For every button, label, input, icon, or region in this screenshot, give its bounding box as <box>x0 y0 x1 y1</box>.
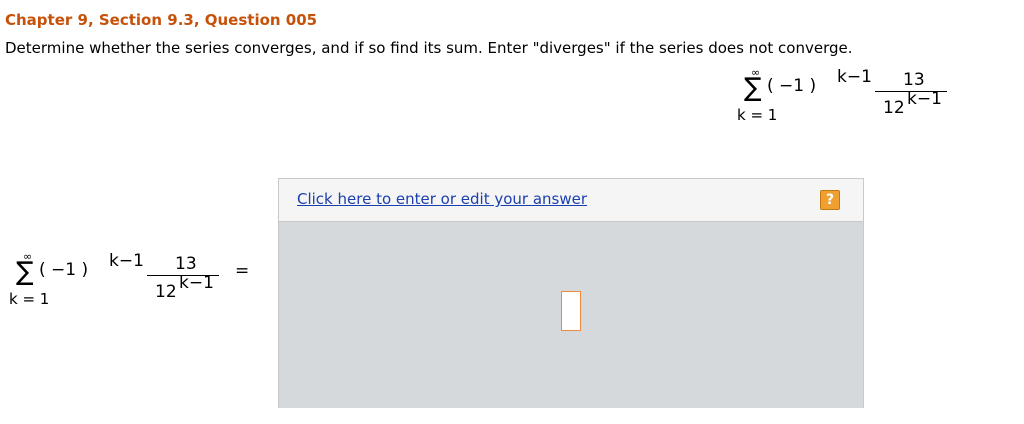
question-mark-icon[interactable]: ? <box>820 190 840 210</box>
fraction-numerator: 13 <box>903 70 925 90</box>
question-prompt: Determine whether the series converges, … <box>5 39 853 57</box>
fraction-denominator-base: 12 <box>883 98 905 118</box>
question-title: Chapter 9, Section 9.3, Question 005 <box>5 11 318 29</box>
summation-symbol: ∑ <box>744 73 762 103</box>
lower-limit: k = 1 <box>9 290 50 308</box>
fraction-denominator-base: 12 <box>155 282 177 302</box>
answer-input-box[interactable] <box>561 291 581 331</box>
lower-limit: k = 1 <box>737 106 778 124</box>
equals-sign: = <box>235 261 250 281</box>
term-base: ( −1 ) <box>767 76 817 96</box>
series-expression-display: ∞ ∑ k = 1 ( −1 ) k−1 13 12 k−1 <box>737 66 967 136</box>
answer-panel: Click here to enter or edit your answer … <box>278 178 864 408</box>
question-page: Chapter 9, Section 9.3, Question 005 Det… <box>0 0 1024 424</box>
term-exponent: k−1 <box>109 251 144 271</box>
series-expression-answer-label: ∞ ∑ k = 1 ( −1 ) k−1 13 12 k−1 = <box>9 250 269 320</box>
fraction-numerator: 13 <box>175 254 197 274</box>
fraction-denominator-exponent: k−1 <box>179 273 214 293</box>
term-exponent: k−1 <box>837 67 872 87</box>
answer-header: Click here to enter or edit your answer … <box>279 179 863 222</box>
summation-symbol: ∑ <box>16 257 34 287</box>
enter-answer-link[interactable]: Click here to enter or edit your answer <box>297 190 587 208</box>
fraction-denominator-exponent: k−1 <box>907 89 942 109</box>
term-base: ( −1 ) <box>39 260 89 280</box>
